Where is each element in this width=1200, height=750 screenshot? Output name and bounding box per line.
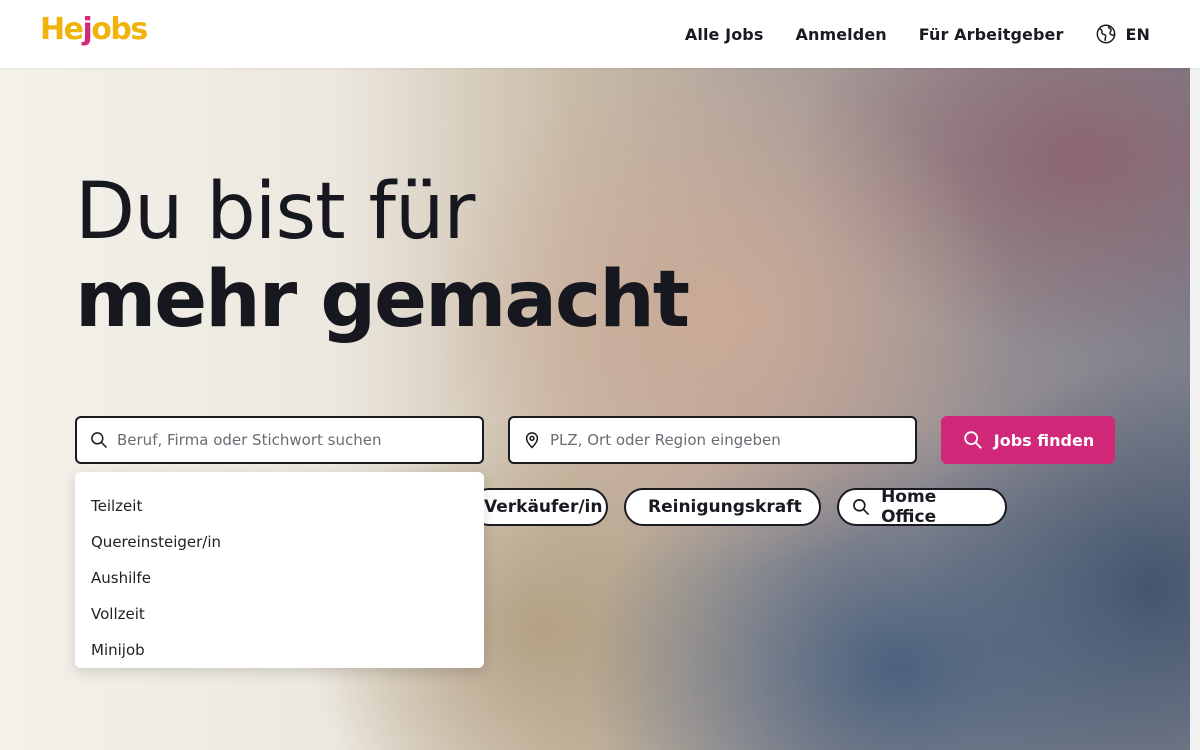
globe-icon: [1097, 24, 1116, 44]
jobs-finden-button[interactable]: Jobs finden: [941, 416, 1115, 464]
chip-label: Home Office: [881, 487, 937, 527]
chip-verkaeufer[interactable]: Verkäufer/in: [470, 488, 608, 526]
keyword-search-input[interactable]: [117, 431, 457, 449]
suggestion-item[interactable]: Minijob: [75, 632, 484, 668]
hero-headline: Du bist für mehr gemacht: [75, 167, 690, 345]
language-label: EN: [1125, 24, 1150, 44]
search-icon: [853, 499, 870, 516]
chip-label: Reinigungskraft: [648, 497, 802, 517]
search-icon: [91, 432, 108, 449]
heyjobs-logo[interactable]: Hejobs: [40, 10, 148, 50]
nav-fuer-arbeitgeber[interactable]: Für Arbeitgeber: [919, 25, 1064, 44]
site-header: Hejobs Alle Jobs Anmelden Für Arbeitgebe…: [0, 0, 1200, 68]
location-search-box[interactable]: [508, 416, 917, 464]
headline-line-1: Du bist für: [75, 167, 475, 257]
search-icon: [964, 431, 982, 449]
keyword-search-box[interactable]: [75, 416, 484, 464]
headline-line-2: mehr gemacht: [75, 255, 690, 345]
suggestion-dropdown: Teilzeit Quereinsteiger/in Aushilfe Voll…: [75, 472, 484, 668]
jobs-finden-label: Jobs finden: [993, 430, 1095, 450]
page-scrollbar[interactable]: [1190, 0, 1200, 750]
nav-anmelden[interactable]: Anmelden: [795, 25, 886, 44]
suggestion-item[interactable]: Teilzeit: [75, 488, 484, 524]
main-nav: Alle Jobs Anmelden Für Arbeitgeber EN: [685, 0, 1150, 68]
location-pin-icon: [525, 432, 539, 449]
suggestion-item[interactable]: Vollzeit: [75, 596, 484, 632]
suggestion-item[interactable]: Aushilfe: [75, 560, 484, 596]
chip-home-office[interactable]: Home Office: [837, 487, 1007, 527]
chip-reinigungskraft[interactable]: Reinigungskraft: [624, 488, 821, 526]
location-search-input[interactable]: [550, 431, 890, 449]
nav-alle-jobs[interactable]: Alle Jobs: [685, 25, 764, 44]
hero-section: Du bist für mehr gemacht Jobs finden Ver…: [0, 68, 1190, 750]
suggestion-item[interactable]: Quereinsteiger/in: [75, 524, 484, 560]
chip-label: Verkäufer/in: [484, 497, 603, 517]
language-switcher[interactable]: EN: [1095, 23, 1150, 45]
